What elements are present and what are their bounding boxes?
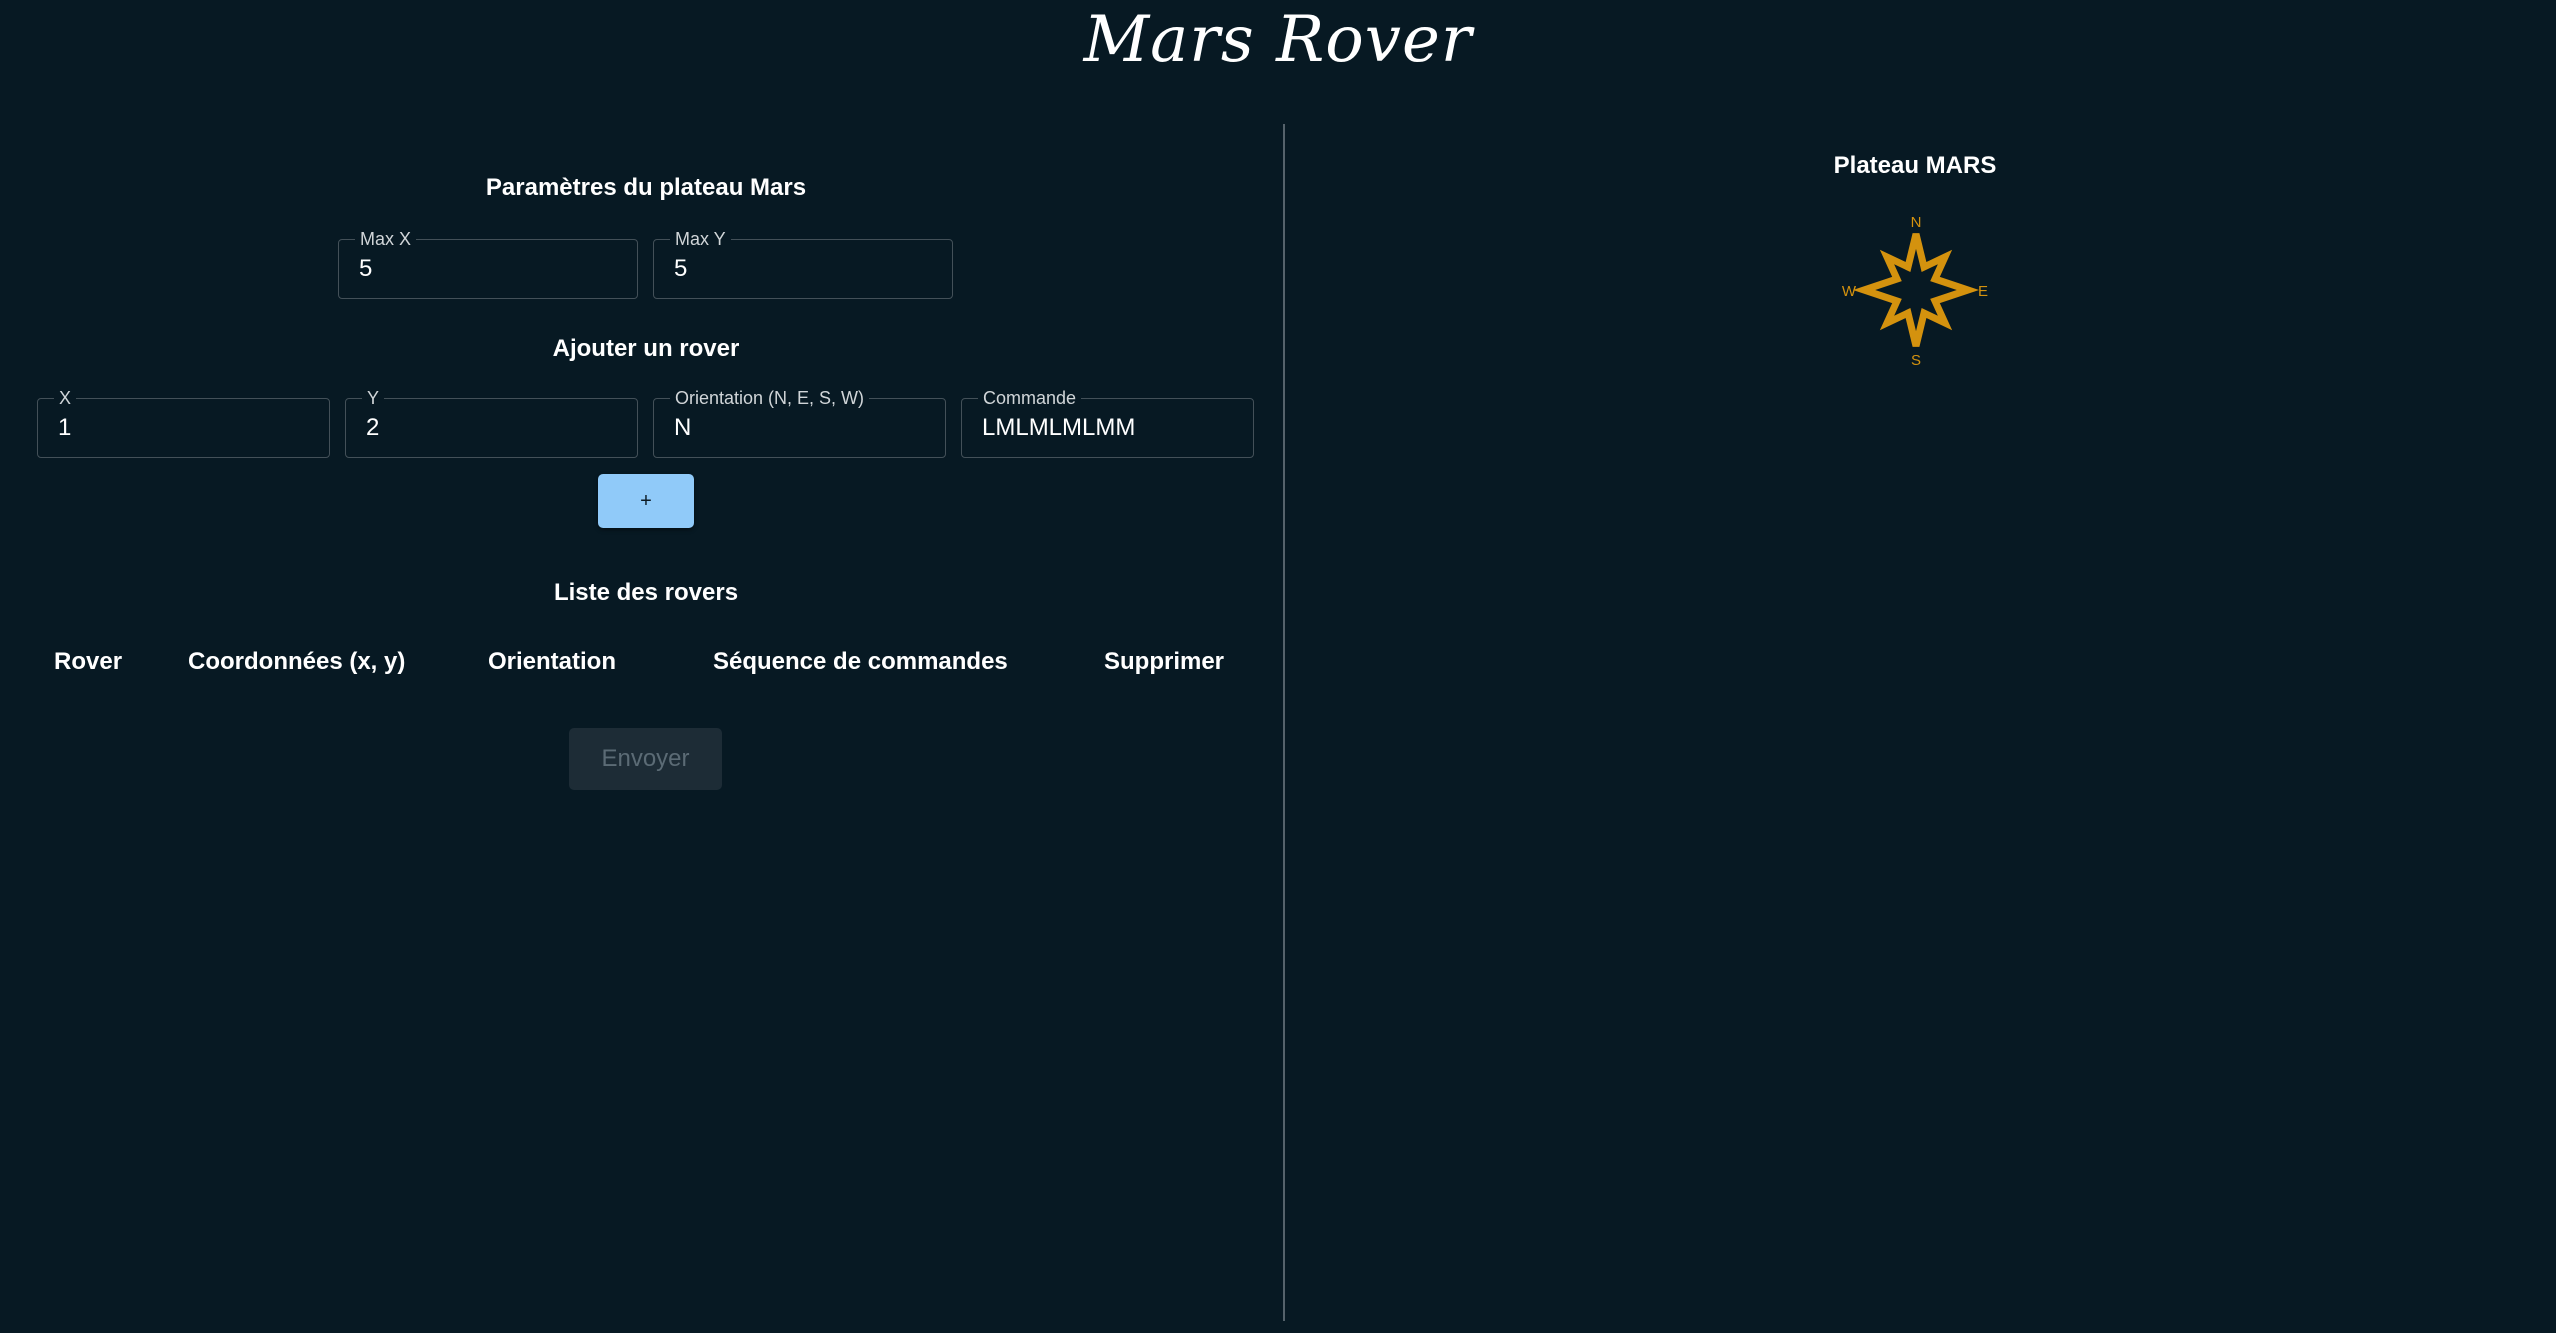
compass-w-label: W xyxy=(1842,283,1857,300)
max-x-field: Max X xyxy=(338,226,638,299)
rover-list-title: Liste des rovers xyxy=(553,579,739,606)
column-header-command-sequence: Séquence de commandes xyxy=(713,648,1008,675)
column-header-orientation: Orientation xyxy=(488,648,617,675)
plateau-view-title: Plateau MARS xyxy=(1833,152,1997,179)
add-rover-title: Ajouter un rover xyxy=(552,335,740,362)
compass-rose-icon: N E S W xyxy=(1842,214,1988,369)
column-header-delete: Supprimer xyxy=(1104,648,1225,675)
max-x-input[interactable] xyxy=(359,240,617,298)
send-button[interactable]: Envoyer xyxy=(569,728,722,790)
rover-orientation-input[interactable] xyxy=(674,399,925,457)
plateau-params-title: Paramètres du plateau Mars xyxy=(485,174,807,201)
column-header-rover: Rover xyxy=(54,648,123,675)
max-y-field: Max Y xyxy=(653,226,953,299)
max-y-input[interactable] xyxy=(674,240,932,298)
compass-n-label: N xyxy=(1911,214,1922,231)
app-title: Mars Rover xyxy=(1083,3,1473,77)
rover-orientation-field: Orientation (N, E, S, W) xyxy=(653,385,946,458)
rover-y-input[interactable] xyxy=(366,399,617,457)
rover-x-field: X xyxy=(37,385,330,458)
compass-e-label: E xyxy=(1978,283,1988,300)
rover-command-field: Commande xyxy=(961,385,1254,458)
rover-y-field: Y xyxy=(345,385,638,458)
compass-s-label: S xyxy=(1911,352,1921,369)
rover-x-input[interactable] xyxy=(58,399,309,457)
add-rover-button[interactable]: + xyxy=(598,474,694,528)
column-header-coordinates: Coordonnées (x, y) xyxy=(188,648,406,675)
panel-divider xyxy=(1283,124,1285,1321)
rover-command-input[interactable] xyxy=(982,399,1233,457)
